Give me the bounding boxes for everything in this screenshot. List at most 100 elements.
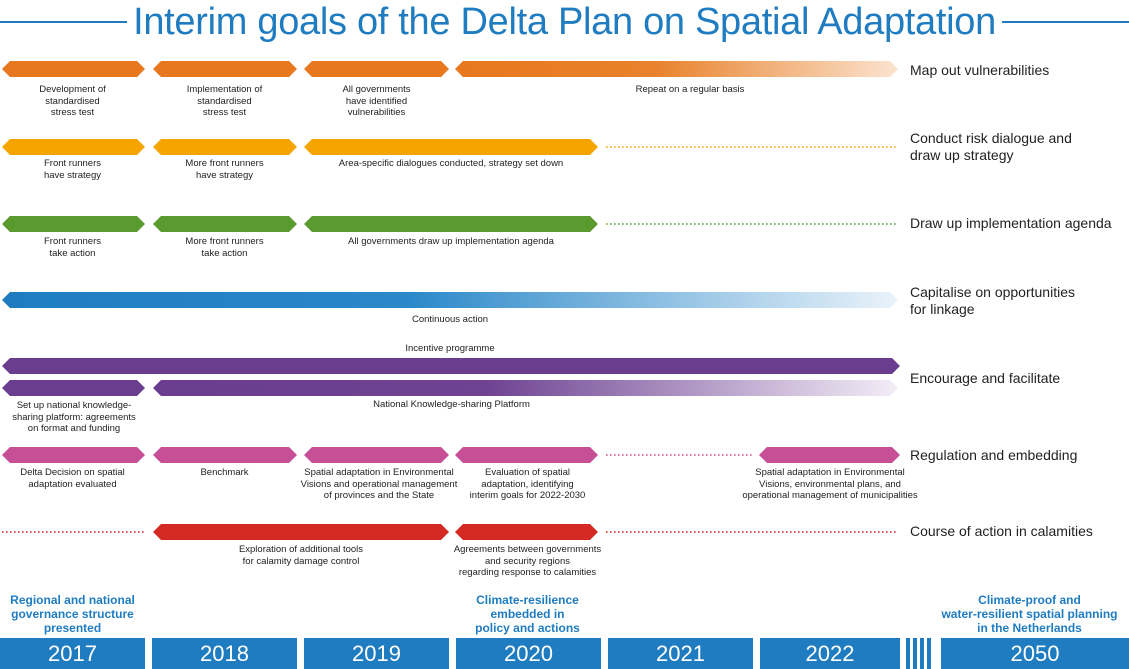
milestone-line: Climate-resilience	[476, 593, 579, 607]
bar-blue-continuous-action	[2, 292, 898, 308]
goal-map-vulnerabilities: Map out vulnerabilities	[910, 62, 1049, 79]
bar-label-line: take action	[49, 247, 96, 259]
bar-label-line: More front runners	[185, 236, 264, 247]
goal-line: Draw up implementation agenda	[910, 215, 1112, 231]
bar-label: More front runners take action	[152, 236, 297, 259]
bar-label-line: National Knowledge-sharing Platform	[373, 399, 530, 410]
bar-label-line: Agreements between governments	[453, 544, 602, 555]
bar-label-line: standardised	[45, 95, 100, 107]
bar-green-implementation-agenda	[304, 216, 598, 232]
bar-label: Set up national knowledge-sharing platfo…	[0, 400, 148, 435]
bar-label: Spatial adaptation in Environmental Visio…	[730, 467, 930, 502]
bar-label-line: standardised	[197, 95, 252, 107]
milestone-2050: Climate-proof and water-resilient spatia…	[930, 593, 1129, 635]
bar-orange-stress-test-implementation	[153, 61, 297, 77]
bar-label-line: operational management of municipalities	[742, 490, 918, 501]
bar-label-line: Repeat on a regular basis	[635, 84, 745, 95]
bar-label-line: Visions and operational management	[300, 478, 458, 490]
bar-pink-evaluation	[455, 447, 598, 463]
bar-label: More front runners have strategy	[152, 158, 297, 181]
bar-label-line: Continuous action	[411, 314, 489, 325]
bar-label-line: vulnerabilities	[347, 107, 406, 118]
bar-label: Exploration of additional tools for calam…	[153, 544, 449, 567]
bar-label-line: have strategy	[195, 169, 254, 181]
bar-orange-stress-test-development	[2, 61, 145, 77]
milestone-2017: Regional and national governance structu…	[0, 593, 145, 635]
timeline-gap-stripe	[913, 638, 917, 669]
goal-line: Capitalise on opportunities	[910, 284, 1075, 300]
bar-label-line: Front runners	[43, 158, 102, 169]
bar-label: Repeat on a regular basis	[455, 84, 925, 96]
milestone-line: Regional and national	[10, 593, 135, 607]
bar-label-line: Delta Decision on spatial	[20, 467, 125, 478]
bar-label-line: All governments	[342, 84, 411, 95]
bar-yellow-front-runners-strategy	[2, 139, 145, 155]
goal-line: Course of action in calamities	[910, 523, 1093, 539]
bar-green-front-runners-action	[2, 216, 145, 232]
goal-line: Encourage and facilitate	[910, 370, 1061, 386]
goal-encourage-facilitate: Encourage and facilitate	[910, 370, 1060, 387]
bar-green-more-front-runners-action	[153, 216, 297, 232]
milestone-2020: Climate-resilience embedded in policy an…	[440, 593, 615, 635]
bar-label-line: for calamity damage control	[242, 555, 360, 567]
bar-label-line: and security regions	[484, 555, 571, 567]
bar-label-line: adaptation, identifying	[481, 478, 574, 490]
bar-label-line: sharing platform: agreements	[12, 411, 136, 423]
milestone-line: embedded in	[490, 607, 565, 621]
bar-pink-delta-decision	[2, 447, 145, 463]
goal-line: Conduct risk dialogue and	[910, 130, 1072, 146]
bar-label-line: Development of	[39, 84, 106, 95]
goal-line: for linkage	[910, 300, 975, 317]
bar-purple-incentive-programme	[2, 358, 900, 374]
bar-label-line: adaptation evaluated	[28, 478, 117, 490]
goal-line: Regulation and embedding	[910, 447, 1078, 463]
bar-label: National Knowledge-sharing Platform	[153, 399, 750, 411]
milestone-line: policy and actions	[475, 621, 580, 635]
bar-label: Agreements between governments and securi…	[440, 544, 615, 579]
bar-label: Benchmark	[152, 467, 297, 479]
bar-label-line: regarding response to calamities	[458, 567, 597, 578]
bar-label-line: interim goals for 2022-2030	[469, 490, 586, 501]
bar-label-line: Visions, environmental plans, and	[759, 478, 901, 490]
bar-label-line: Exploration of additional tools	[238, 544, 364, 555]
bar-pink-municipalities	[759, 447, 900, 463]
bar-label-line: Area-specific dialogues conducted, strat…	[338, 158, 564, 169]
bar-orange-vulnerabilities-identified	[304, 61, 449, 77]
milestone-line: presented	[43, 621, 102, 635]
bar-yellow-area-dialogues	[304, 139, 598, 155]
bar-label-line: stress test	[50, 107, 95, 118]
bar-label: Front runners take action	[0, 236, 145, 259]
bar-pink-benchmark	[153, 447, 297, 463]
year-2022: 2022	[760, 638, 900, 669]
bar-label: Development of standardised stress test	[0, 84, 145, 119]
bar-label-line: have strategy	[43, 169, 102, 181]
bar-label-line: have identified	[345, 95, 408, 107]
bar-label-line: Incentive programme	[405, 343, 495, 354]
bar-label-line: Set up national knowledge-	[16, 400, 132, 411]
bar-label: Spatial adaptation in Environmental Visio…	[299, 467, 459, 502]
goal-calamities: Course of action in calamities	[910, 523, 1093, 540]
bar-label: Delta Decision on spatial adaptation eval…	[0, 467, 145, 490]
year-2017: 2017	[0, 638, 145, 669]
goal-risk-dialogue: Conduct risk dialogue and draw up strate…	[910, 130, 1072, 163]
goal-capitalise-opportunities: Capitalise on opportunities for linkage	[910, 284, 1075, 317]
bar-label-line: More front runners	[185, 158, 264, 169]
bar-label-line: Front runners	[43, 236, 102, 247]
bar-label-line: on format and funding	[27, 423, 121, 434]
timeline-gap-stripe	[927, 638, 931, 669]
goal-line: draw up strategy	[910, 146, 1014, 163]
milestone-line: Climate-proof and	[978, 593, 1081, 607]
bar-orange-repeat-regularly	[455, 61, 898, 77]
bar-label: Continuous action	[2, 314, 898, 326]
bar-label-line: Implementation of	[186, 84, 263, 95]
year-2019: 2019	[304, 638, 449, 669]
year-2018: 2018	[152, 638, 297, 669]
bar-label: All governments have identified vulnerabil…	[304, 84, 449, 119]
bar-pink-provinces-state	[304, 447, 449, 463]
bar-purple-knowledge-platform	[153, 380, 898, 396]
bar-label: Evaluation of spatial adaptation, identif…	[455, 467, 600, 502]
bar-label: Front runners have strategy	[0, 158, 145, 181]
bar-red-exploration-tools	[153, 524, 449, 540]
goal-implementation-agenda: Draw up implementation agenda	[910, 215, 1112, 232]
goal-line: Map out vulnerabilities	[910, 62, 1050, 78]
